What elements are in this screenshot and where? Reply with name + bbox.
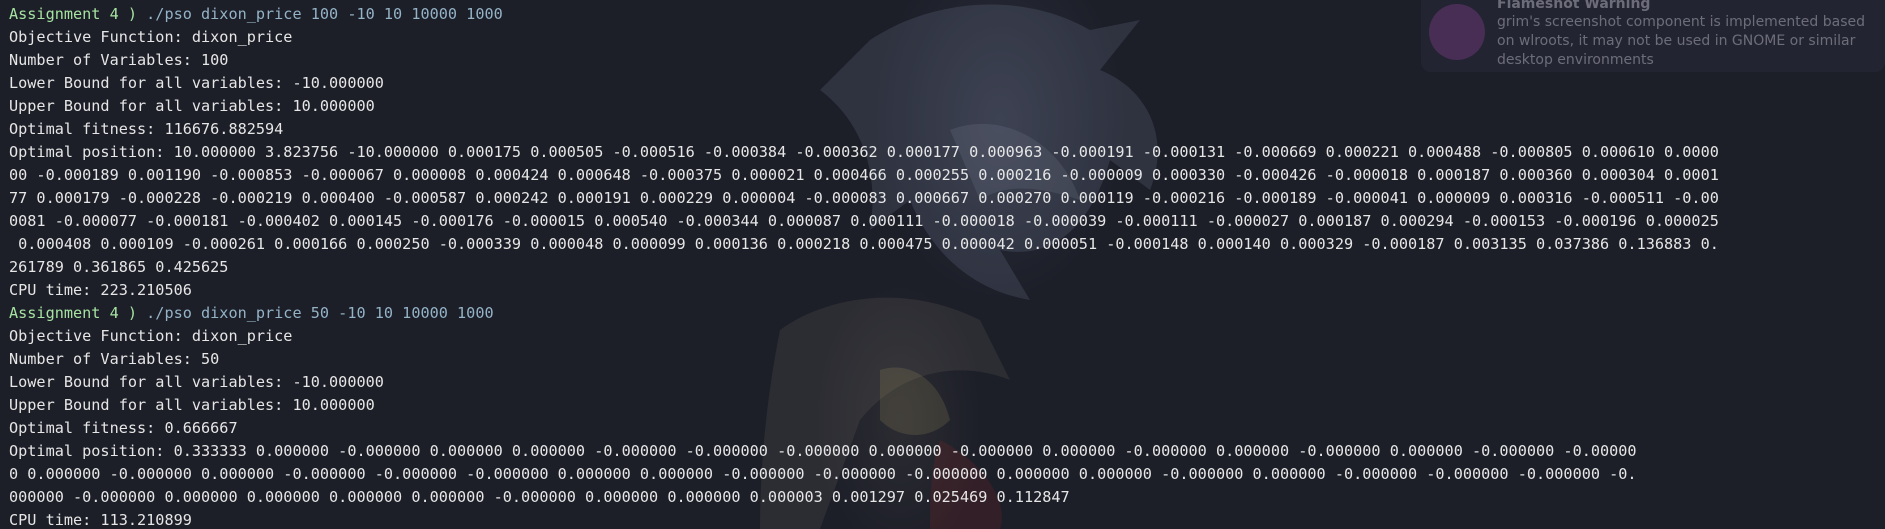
output-fitness: Optimal fitness: 0.666667 [9, 419, 238, 437]
output-position-line: 261789 0.361865 0.425625 [9, 258, 229, 276]
output-upper-bound: Upper Bound for all variables: 10.000000 [9, 396, 375, 414]
prompt-line: Assignment 4 ) ./pso dixon_price 100 -10… [9, 3, 1877, 26]
output-position-line: 0 0.000000 -0.000000 0.000000 -0.000000 … [9, 465, 1637, 483]
prompt-line: Assignment 4 ) ./pso dixon_price 50 -10 … [9, 302, 1877, 325]
output-objective: Objective Function: dixon_price [9, 28, 293, 46]
output-cpu-time: CPU time: 113.210899 [9, 511, 192, 529]
prompt-directory: Assignment 4 ) [9, 304, 147, 322]
output-lower-bound: Lower Bound for all variables: -10.00000… [9, 74, 384, 92]
terminal-output: Assignment 4 ) ./pso dixon_price 100 -10… [9, 3, 1877, 529]
output-position-line: 0.000408 0.000109 -0.000261 0.000166 0.0… [9, 235, 1719, 253]
terminal-window[interactable]: Flameshot Warning grim's screenshot comp… [0, 0, 1885, 529]
prompt-directory: Assignment 4 ) [9, 5, 147, 23]
output-position-line: Optimal position: 0.333333 0.000000 -0.0… [9, 442, 1637, 460]
output-upper-bound: Upper Bound for all variables: 10.000000 [9, 97, 375, 115]
output-position-line: 00 -0.000189 0.001190 -0.000853 -0.00006… [9, 166, 1719, 184]
output-objective: Objective Function: dixon_price [9, 327, 293, 345]
output-fitness: Optimal fitness: 116676.882594 [9, 120, 284, 138]
output-lower-bound: Lower Bound for all variables: -10.00000… [9, 373, 384, 391]
output-position-line: 0081 -0.000077 -0.000181 -0.000402 0.000… [9, 212, 1719, 230]
prompt-command: ./pso dixon_price 50 -10 10 10000 1000 [146, 304, 494, 322]
output-position-line: 000000 -0.000000 0.000000 0.000000 0.000… [9, 488, 1070, 506]
output-position-line: Optimal position: 10.000000 3.823756 -10… [9, 143, 1719, 161]
output-cpu-time: CPU time: 223.210506 [9, 281, 192, 299]
prompt-command: ./pso dixon_price 100 -10 10 10000 1000 [146, 5, 503, 23]
output-position-line: 77 0.000179 -0.000228 -0.000219 0.000400… [9, 189, 1719, 207]
output-num-vars: Number of Variables: 50 [9, 350, 220, 368]
output-num-vars: Number of Variables: 100 [9, 51, 229, 69]
